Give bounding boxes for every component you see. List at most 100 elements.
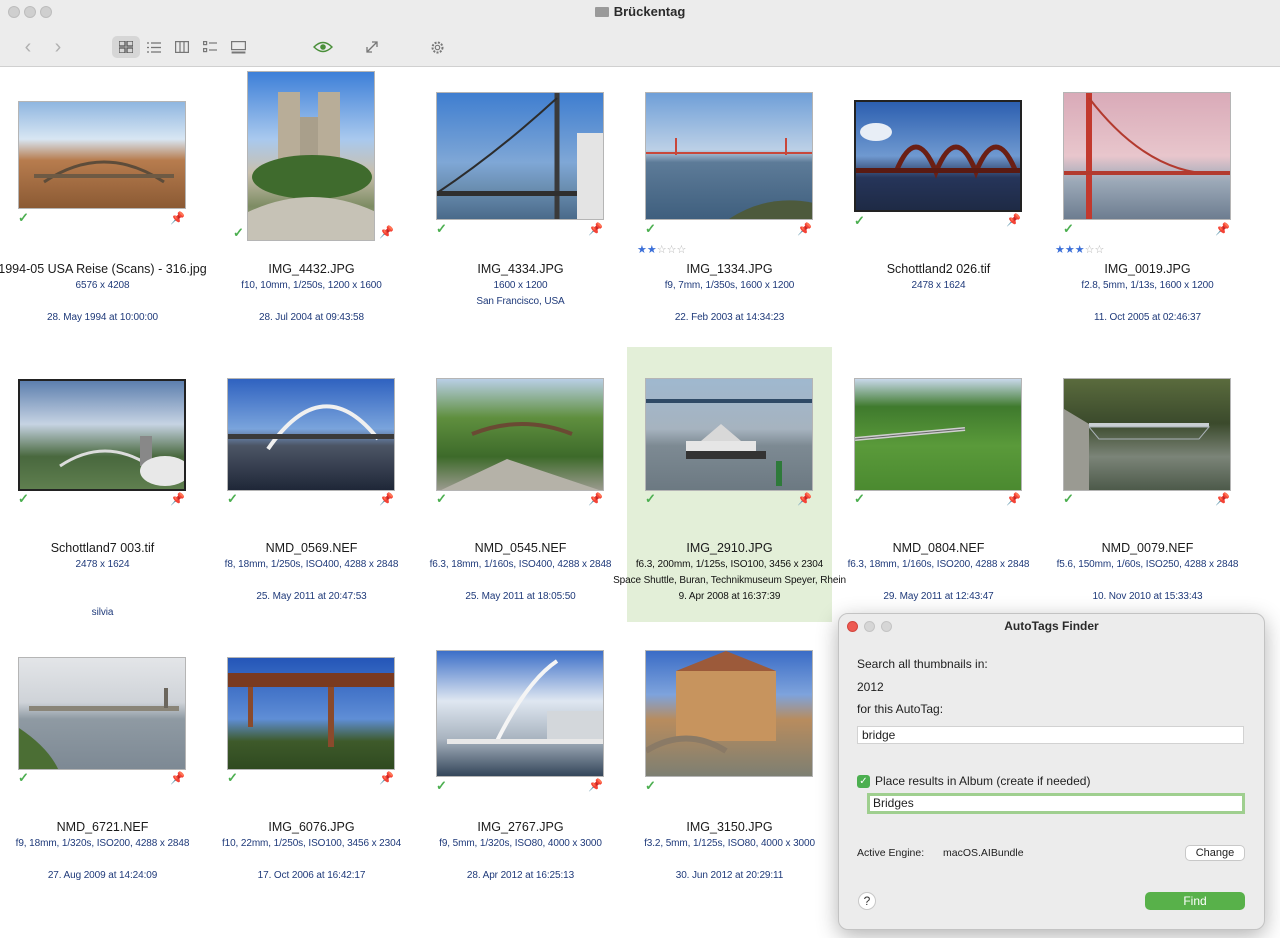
- fullscreen-button[interactable]: [361, 36, 383, 58]
- place-in-album-checkbox[interactable]: ✓: [857, 775, 870, 788]
- golden-gate-image: [646, 138, 812, 219]
- thumbnail-cell-selected[interactable]: ✓ 📌 IMG_2910.JPG f6.3, 200mm, 1/125s, IS…: [613, 347, 846, 622]
- checkmark-icon: ✓: [1063, 491, 1074, 506]
- rating-stars[interactable]: ★★★☆☆: [1055, 243, 1104, 256]
- photo-thumbnail[interactable]: [1063, 378, 1231, 491]
- back-button[interactable]: ‹: [18, 36, 38, 58]
- settings-button[interactable]: [426, 36, 448, 58]
- photo-thumbnail[interactable]: [227, 378, 395, 491]
- checkmark-icon: ✓: [645, 221, 656, 236]
- photo-thumbnail[interactable]: [1063, 92, 1231, 220]
- photo-thumbnail[interactable]: [436, 92, 604, 220]
- help-button[interactable]: ?: [858, 892, 876, 910]
- pin-icon[interactable]: 📌: [588, 492, 603, 506]
- thumbnail-cell[interactable]: ✓ 📌 IMG_4432.JPG f10, 10mm, 1/250s, 1200…: [209, 67, 414, 342]
- window-title: Brückentag: [0, 4, 1280, 19]
- checkmark-icon: ✓: [18, 210, 29, 225]
- thumbnail-cell[interactable]: ✓ IMG_3150.JPG f3.2, 5mm, 1/125s, ISO80,…: [627, 626, 832, 901]
- forward-button[interactable]: ›: [48, 36, 68, 58]
- pin-icon[interactable]: 📌: [797, 492, 812, 506]
- pin-icon[interactable]: 📌: [588, 222, 603, 236]
- quicklook-button[interactable]: [310, 36, 336, 58]
- pin-icon[interactable]: 📌: [379, 492, 394, 506]
- space-shuttle-ship-image: [646, 399, 812, 486]
- dialog-title: AutoTags Finder: [1004, 619, 1099, 633]
- photo-thumbnail[interactable]: [645, 378, 813, 491]
- photo-date: 28. Jul 2004 at 09:43:58: [259, 312, 364, 323]
- pin-icon[interactable]: 📌: [1215, 492, 1230, 506]
- photo-thumbnail[interactable]: [18, 101, 186, 209]
- checkmark-icon: ✓: [645, 491, 656, 506]
- thumbnail-cell[interactable]: ✓ 📌 NMD_0545.NEF f6.3, 18mm, 1/160s, ISO…: [418, 347, 623, 622]
- folder-icon: [594, 7, 609, 17]
- eye-icon: [313, 41, 333, 53]
- railway-bridge-image: [228, 673, 394, 747]
- thumbnail-cell[interactable]: ✓ 📌 ★★★☆☆ IMG_0019.JPG f2.8, 5mm, 1/13s,…: [1045, 67, 1250, 342]
- photo-thumbnail[interactable]: [18, 657, 186, 770]
- pin-icon[interactable]: 📌: [1006, 213, 1021, 227]
- suspension-bridge-image: [437, 93, 603, 219]
- old-town-hall-image: [646, 651, 776, 754]
- photo-thumbnail[interactable]: [645, 92, 813, 220]
- photo-info: f2.8, 5mm, 1/13s, 1600 x 1200: [1081, 280, 1214, 291]
- detail-list-view-icon: [203, 41, 217, 53]
- rating-stars[interactable]: ★★☆☆☆: [637, 243, 686, 256]
- pin-icon[interactable]: 📌: [170, 492, 185, 506]
- gear-icon: [431, 41, 443, 53]
- autotag-input[interactable]: bridge: [857, 726, 1244, 744]
- pin-icon[interactable]: 📌: [170, 211, 185, 225]
- checkmark-icon: ✓: [436, 778, 447, 793]
- thumbnail-cell[interactable]: ✓ 📌 IMG_4334.JPG 1600 x 1200 San Francis…: [418, 67, 623, 342]
- photo-thumbnail[interactable]: [436, 378, 604, 491]
- checkmark-icon: ✓: [436, 221, 447, 236]
- thumbnail-cell[interactable]: ✓ 📌 Schottland7 003.tif 2478 x 1624 silv…: [0, 347, 205, 622]
- gorge-bridge-image: [1064, 409, 1211, 490]
- viaduct-scene-image: [59, 436, 184, 486]
- slideshow-view-button[interactable]: [227, 36, 249, 58]
- pin-icon[interactable]: 📌: [379, 225, 394, 239]
- photo-filename: IMG_3150.JPG: [686, 820, 773, 834]
- photo-thumbnail[interactable]: [854, 100, 1022, 212]
- search-scope-value: 2012: [857, 680, 884, 694]
- thumbnail-cell[interactable]: ✓ 📌 NMD_0079.NEF f5.6, 150mm, 1/60s, ISO…: [1045, 347, 1250, 622]
- album-name-input[interactable]: Bridges: [867, 793, 1245, 814]
- column-view-button[interactable]: [171, 36, 193, 58]
- pin-icon[interactable]: 📌: [1215, 222, 1230, 236]
- checkmark-icon: ✓: [854, 213, 865, 228]
- pin-icon[interactable]: 📌: [379, 771, 394, 785]
- thumbnail-cell[interactable]: ✓ 📌 NMD_0804.NEF f6.3, 18mm, 1/160s, ISO…: [836, 347, 1041, 622]
- photo-thumbnail[interactable]: [18, 379, 186, 491]
- checkmark-icon: ✓: [436, 491, 447, 506]
- pin-icon[interactable]: 📌: [588, 778, 603, 792]
- photo-thumbnail[interactable]: [227, 657, 395, 770]
- pin-icon[interactable]: 📌: [170, 771, 185, 785]
- pin-icon[interactable]: 📌: [797, 222, 812, 236]
- change-engine-button[interactable]: Change: [1185, 845, 1245, 861]
- grid-view-button[interactable]: [112, 36, 140, 58]
- autotag-label: for this AutoTag:: [857, 702, 944, 716]
- photo-thumbnail[interactable]: [645, 650, 813, 777]
- thumbnail-cell[interactable]: ✓ 📌 IMG_2767.JPG f9, 5mm, 1/320s, ISO80,…: [418, 626, 623, 901]
- arch-bridge-image: [228, 404, 394, 451]
- photo-thumbnail[interactable]: [436, 650, 604, 777]
- place-in-album-label: Place results in Album (create if needed…: [875, 774, 1091, 788]
- find-button[interactable]: Find: [1145, 892, 1245, 910]
- thumbnail-cell[interactable]: ✓ 📌 IMG_6076.JPG f10, 22mm, 1/250s, ISO1…: [209, 626, 414, 901]
- thumbnail-cell[interactable]: ✓ 📌 ★★☆☆☆ IMG_1334.JPG f9, 7mm, 1/350s, …: [627, 67, 832, 342]
- slideshow-view-icon: [230, 40, 246, 53]
- photo-thumbnail[interactable]: [247, 71, 375, 241]
- search-scope-label: Search all thumbnails in:: [857, 657, 988, 671]
- footbridge-image: [855, 427, 966, 441]
- thumbnail-cell[interactable]: ✓ 📌 Schottland2 026.tif 2478 x 1624: [836, 67, 1041, 342]
- list-view-button[interactable]: [143, 36, 165, 58]
- thumbnail-cell[interactable]: ✓ 📌 1994-05 USA Reise (Scans) - 316.jpg …: [0, 67, 207, 342]
- photo-filename: NMD_0079.NEF: [1101, 541, 1194, 555]
- photo-date: 30. Jun 2012 at 20:29:11: [675, 870, 784, 881]
- cathedral-scene-image: [248, 92, 374, 240]
- pin-icon[interactable]: 📌: [1006, 492, 1021, 506]
- thumbnail-cell[interactable]: ✓ 📌 NMD_0569.NEF f8, 18mm, 1/250s, ISO40…: [209, 347, 414, 622]
- photo-thumbnail[interactable]: [854, 378, 1022, 491]
- thumbnail-cell[interactable]: ✓ 📌 NMD_6721.NEF f9, 18mm, 1/320s, ISO20…: [0, 626, 205, 901]
- detail-list-view-button[interactable]: [199, 36, 221, 58]
- photo-keywords: Space Shuttle, Buran, Technikmuseum Spey…: [613, 575, 846, 586]
